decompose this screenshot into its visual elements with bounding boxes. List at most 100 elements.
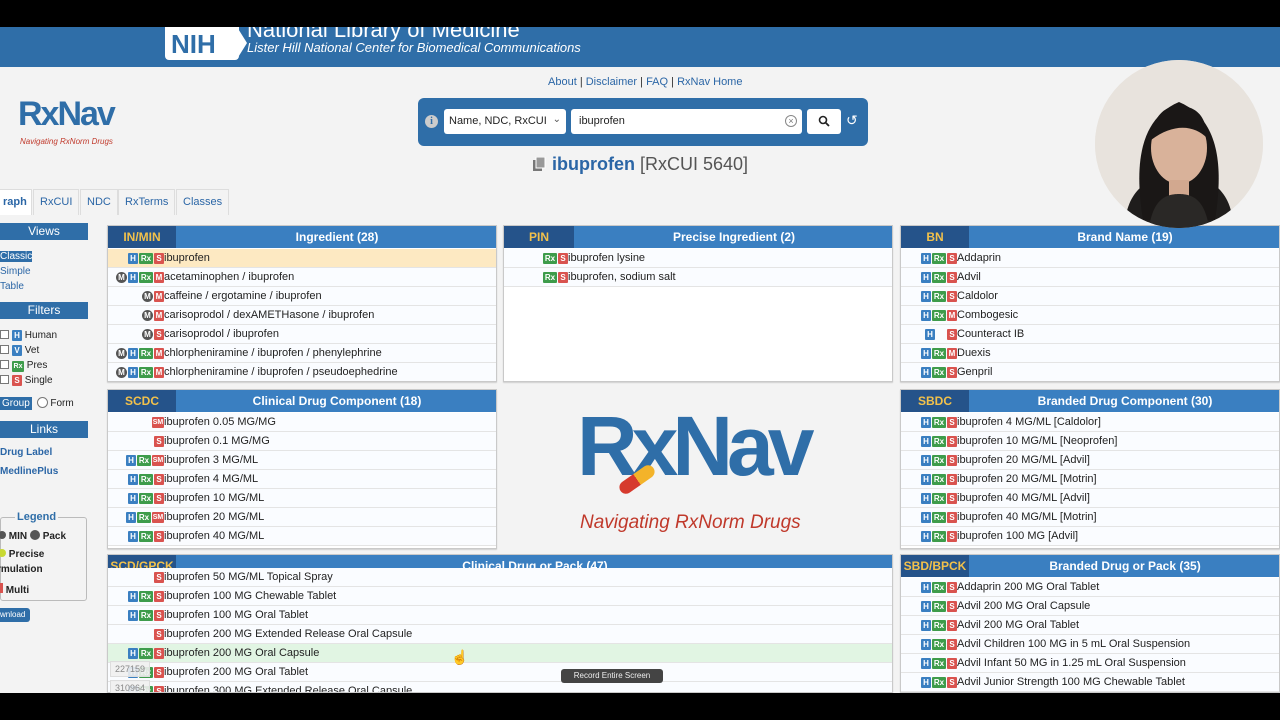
concept-row[interactable]: M Scarisoprodol / ibuprofen bbox=[108, 325, 496, 344]
concept-row[interactable]: H Rx Sibuprofen 20 MG/ML [Advil] bbox=[901, 451, 1279, 470]
checkbox[interactable] bbox=[0, 375, 9, 384]
record-screen-tooltip[interactable]: Record Entire Screen bbox=[561, 669, 663, 683]
term-type-label[interactable]: SBD/BPCK bbox=[901, 555, 969, 577]
concept-row[interactable]: H Rx S Advil Children 100 MG in 5 mL Oral S… bbox=[901, 635, 1279, 654]
term-badge: Rx bbox=[139, 610, 153, 621]
concept-row[interactable]: H Rx Sibuprofen 100 MG Oral Tablet bbox=[108, 606, 892, 625]
term-badge: Rx bbox=[932, 677, 946, 688]
rxnav-logo[interactable]: RxNav Navigating RxNorm Drugs bbox=[18, 95, 118, 149]
term-badge: S bbox=[154, 329, 164, 340]
filter-human[interactable]: H Human bbox=[0, 330, 57, 341]
form-option[interactable]: Form bbox=[50, 398, 73, 409]
concept-row[interactable]: H Rx SM ibuprofen 3 MG/ML bbox=[108, 451, 496, 470]
filter-single[interactable]: S Single bbox=[0, 375, 53, 386]
drug-label-link[interactable]: Drug Label bbox=[0, 447, 52, 458]
concept-row[interactable]: H Rx S Advil Infant 50 MG in 1.25 mL Oral S… bbox=[901, 654, 1279, 673]
concept-row[interactable]: H Rx Sibuprofen 40 MG/ML [Advil] bbox=[901, 489, 1279, 508]
download-button[interactable]: wnload bbox=[0, 608, 30, 622]
concept-row[interactable]: M H Rx Mchlorpheniramine / ibuprofen / phen… bbox=[108, 344, 496, 363]
view-simple[interactable]: Simple bbox=[0, 266, 31, 277]
checkbox[interactable] bbox=[0, 330, 9, 339]
group-option[interactable]: Group bbox=[0, 397, 32, 410]
concept-row[interactable]: Sibuprofen 0.1 MG/MG bbox=[108, 432, 496, 451]
faq-link[interactable]: FAQ bbox=[646, 76, 668, 88]
filter-pres[interactable]: Rx Pres bbox=[0, 360, 47, 372]
tab-graph[interactable]: raph bbox=[0, 189, 32, 215]
term-type-label[interactable]: SCDC bbox=[108, 390, 176, 412]
concept-row[interactable]: H Rx Sibuprofen 40 MG/ML bbox=[108, 527, 496, 546]
concept-name: ibuprofen 200 MG Extended Release Oral C… bbox=[164, 628, 413, 640]
term-badge: S bbox=[154, 474, 164, 485]
concept-row[interactable]: H Rx Sibuprofen 10 MG/ML bbox=[108, 489, 496, 508]
concept-row[interactable]: SM ibuprofen 0.05 MG/MG bbox=[108, 413, 496, 432]
term-badge: H bbox=[128, 610, 138, 621]
concept-row[interactable]: H Rx S Advil 200 MG Oral Tablet bbox=[901, 616, 1279, 635]
concept-row[interactable]: H Rx Sibuprofen bbox=[108, 249, 496, 268]
history-icon[interactable]: ↺ bbox=[846, 113, 860, 127]
filter-vet[interactable]: V Vet bbox=[0, 345, 39, 356]
clear-icon[interactable]: × bbox=[785, 115, 797, 127]
concept-row[interactable]: Sibuprofen 200 MG Extended Release Oral … bbox=[108, 625, 892, 644]
concept-row[interactable]: HRxSibuprofen 200 MG Oral Tablet bbox=[108, 663, 892, 682]
concept-row[interactable]: H Rx S Advil 200 MG Oral Capsule bbox=[901, 597, 1279, 616]
concept-row[interactable]: H Rx Sibuprofen 4 MG/ML bbox=[108, 470, 496, 489]
rxnav-logo-tagline: Navigating RxNorm Drugs bbox=[20, 137, 113, 146]
term-badge: H bbox=[921, 272, 931, 283]
search-input[interactable]: ibuprofen × bbox=[571, 109, 802, 134]
concept-row[interactable]: Rx Sibuprofen lysine bbox=[504, 249, 892, 268]
concept-row[interactable]: H Rx Sibuprofen 100 MG [Advil] bbox=[901, 527, 1279, 546]
disclaimer-link[interactable]: Disclaimer bbox=[586, 76, 637, 88]
concept-row[interactable]: H Rx M Combogesic bbox=[901, 306, 1279, 325]
tab-classes[interactable]: Classes bbox=[176, 189, 230, 215]
min-icon bbox=[0, 531, 6, 539]
concept-row[interactable]: H Rx S Caldolor bbox=[901, 287, 1279, 306]
concept-row[interactable]: M Mcarisoprodol / dexAMETHasone / ibuprof… bbox=[108, 306, 496, 325]
panel-ingredient: IN/MIN Ingredient (28) H Rx Sibuprofen M H Rx Ma… bbox=[107, 225, 497, 382]
search-button[interactable] bbox=[807, 109, 841, 134]
tab-rxterms[interactable]: RxTerms bbox=[118, 189, 176, 215]
concept-row[interactable]: HRxSibuprofen 300 MG Extended Release Or… bbox=[108, 682, 892, 692]
concept-name: Addaprin bbox=[957, 252, 1002, 264]
concept-row[interactable]: H Rx Sibuprofen 100 MG Chewable Tablet bbox=[108, 587, 892, 606]
concept-row[interactable]: H Rx Sibuprofen 200 MG Oral Capsule bbox=[108, 644, 892, 663]
term-type-label[interactable]: BN bbox=[901, 226, 969, 248]
about-link[interactable]: About bbox=[548, 76, 577, 88]
tab-ndc[interactable]: NDC bbox=[80, 189, 118, 215]
term-badge: S bbox=[558, 272, 568, 283]
tab-rxcui[interactable]: RxCUI bbox=[33, 189, 80, 215]
term-type-label[interactable]: IN/MIN bbox=[108, 226, 176, 248]
term-type-label[interactable]: PIN bbox=[504, 226, 574, 248]
concept-row[interactable]: H Rx Sibuprofen 20 MG/ML [Motrin] bbox=[901, 470, 1279, 489]
medlineplus-link[interactable]: MedlinePlus bbox=[0, 466, 58, 477]
term-type-label[interactable]: SBDC bbox=[901, 390, 969, 412]
concept-row[interactable]: H Rx M Duexis bbox=[901, 344, 1279, 363]
concept-row[interactable]: H S Counteract IB bbox=[901, 325, 1279, 344]
concept-row[interactable]: H Rx SM ibuprofen 20 MG/ML bbox=[108, 508, 496, 527]
concept-row[interactable]: H Rx S Addaprin bbox=[901, 249, 1279, 268]
checkbox[interactable] bbox=[0, 360, 9, 369]
concept-row[interactable]: H Rx S Addaprin 200 MG Oral Tablet bbox=[901, 578, 1279, 597]
term-badge: Rx bbox=[932, 436, 946, 447]
info-icon[interactable]: i bbox=[425, 115, 438, 128]
nih-logo[interactable]: NIH bbox=[165, 27, 247, 60]
checkbox[interactable] bbox=[0, 345, 9, 354]
concept-row[interactable]: H Rx Sibuprofen 10 MG/ML [Neoprofen] bbox=[901, 432, 1279, 451]
concept-row[interactable]: H Rx Sibuprofen 4 MG/ML [Caldolor] bbox=[901, 413, 1279, 432]
concept-row[interactable]: Rx Sibuprofen, sodium salt bbox=[504, 268, 892, 287]
concept-row[interactable]: H Rx S Advil Junior Strength 100 MG Chewabl… bbox=[901, 673, 1279, 692]
copy-icon[interactable] bbox=[533, 157, 546, 172]
form-radio[interactable] bbox=[36, 397, 48, 408]
view-table[interactable]: Table bbox=[0, 281, 24, 292]
concept-row[interactable]: H Rx Sibuprofen 40 MG/ML [Motrin] bbox=[901, 508, 1279, 527]
concept-row[interactable]: M H Rx Mchlorpheniramine / ibuprofen / pseu… bbox=[108, 363, 496, 381]
concept-name: ibuprofen 0.05 MG/MG bbox=[164, 416, 276, 428]
rxnav-home-link[interactable]: RxNav Home bbox=[677, 76, 742, 88]
concept-row[interactable]: Sibuprofen 50 MG/ML Topical Spray bbox=[108, 568, 892, 587]
concept-row[interactable]: H Rx S Genpril bbox=[901, 363, 1279, 381]
concept-row[interactable]: M H Rx Macetaminophen / ibuprofen bbox=[108, 268, 496, 287]
view-classic[interactable]: Classic bbox=[0, 251, 33, 262]
search-type-select[interactable]: Name, NDC, RxCUI ⌄ bbox=[444, 109, 566, 134]
concept-row[interactable]: H Rx S Advil bbox=[901, 268, 1279, 287]
concept-row[interactable]: M Mcaffeine / ergotamine / ibuprofen bbox=[108, 287, 496, 306]
term-badge: Rx bbox=[139, 253, 153, 264]
